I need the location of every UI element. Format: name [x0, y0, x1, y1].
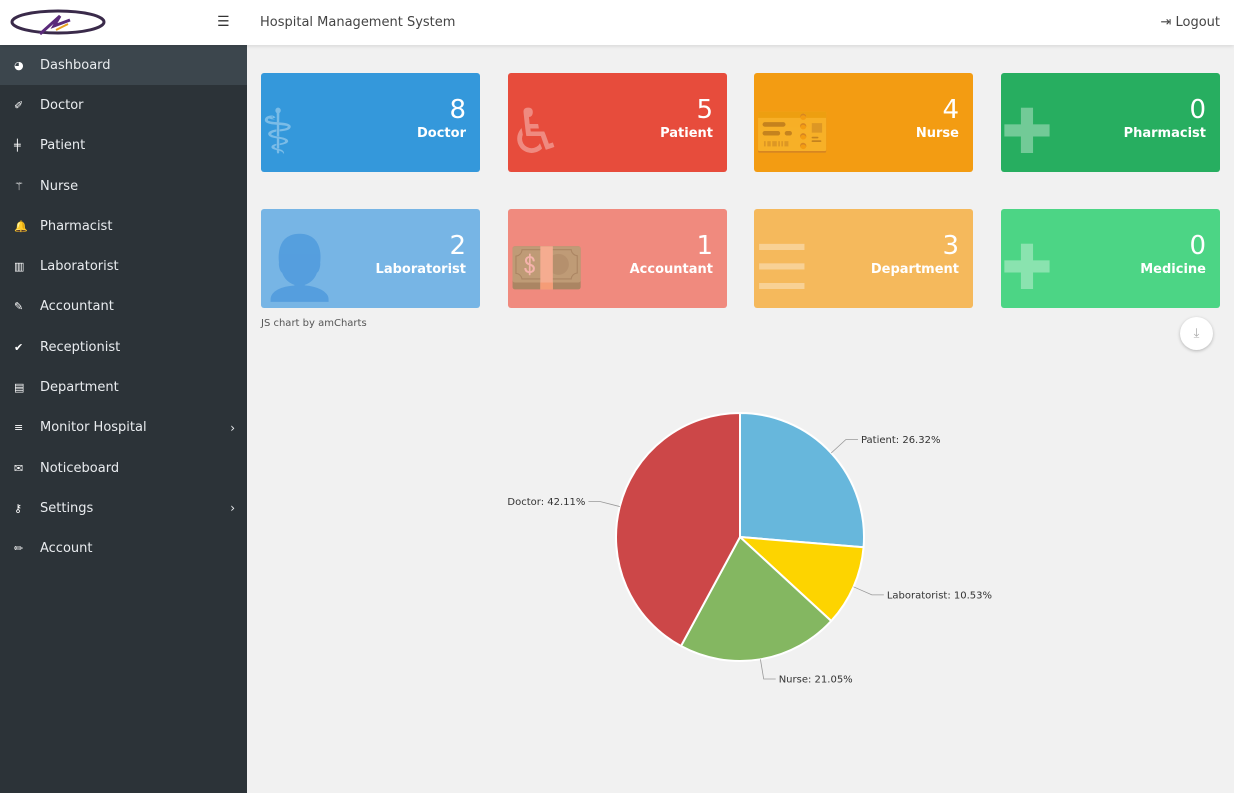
- wheelchair-icon: ♿: [508, 95, 564, 168]
- list-icon: ≡: [14, 421, 24, 435]
- bar-chart-icon: ▥: [14, 260, 25, 274]
- file-icon: ▤: [14, 381, 25, 395]
- wrench-icon: ⚷: [14, 501, 23, 515]
- sidebar-item-receptionist[interactable]: ✔ Receptionist: [0, 327, 247, 367]
- stat-label: Patient: [660, 126, 713, 141]
- logout-icon: ⇥: [1160, 15, 1176, 30]
- pie-label-line: [853, 586, 884, 596]
- stat-count: 5: [696, 95, 713, 125]
- sidebar-item-noticeboard[interactable]: ✉ Noticeboard: [0, 448, 247, 488]
- check-icon: ✔: [14, 340, 24, 354]
- sidebar-item-label: Account: [40, 541, 93, 557]
- sidebar-item-label: Accountant: [40, 299, 114, 315]
- stat-label: Accountant: [629, 262, 713, 277]
- sidebar-item-label: Patient: [40, 138, 86, 154]
- plus-icon: ╪: [14, 139, 21, 153]
- pie-label-patient: Patient: 26.32%: [861, 435, 941, 446]
- stat-card-department[interactable]: ☰ 3 Department: [754, 209, 973, 308]
- sidebar-item-label: Monitor Hospital: [40, 420, 147, 436]
- doctor-icon: ⚕: [261, 95, 295, 168]
- money-icon: 💵: [508, 231, 586, 304]
- user-icon: 👤: [261, 231, 339, 304]
- pie-chart: Patient: 26.32% Laboratorist: 10.53% Nurse…: [507, 411, 992, 686]
- sidebar-item-monitor-hospital[interactable]: ≡ Monitor Hospital ›: [0, 408, 247, 448]
- pencil-icon: ✏: [14, 542, 24, 556]
- sidebar-item-pharmacist[interactable]: 🔔 Pharmacist: [0, 206, 247, 246]
- medkit-icon: ✚: [1001, 231, 1053, 304]
- sidebar-item-account[interactable]: ✏ Account: [0, 529, 247, 569]
- list-alt-icon: ☰: [754, 231, 810, 304]
- stat-card-medicine[interactable]: ✚ 0 Medicine: [1001, 209, 1220, 308]
- pie-label-line: [588, 501, 620, 507]
- sidebar-item-laboratorist[interactable]: ▥ Laboratorist: [0, 246, 247, 286]
- stat-count: 0: [1189, 95, 1206, 125]
- sidebar-item-department[interactable]: ▤ Department: [0, 367, 247, 407]
- logout-button[interactable]: ⇥ Logout: [1160, 15, 1220, 30]
- stat-label: Laboratorist: [375, 262, 466, 277]
- stat-count: 3: [942, 231, 959, 261]
- sidebar: ◕ Dashboard ✐ Doctor ╪ Patient ⚚ Nurse 🔔 Pharmaci…: [0, 45, 247, 793]
- stat-card-pharmacist[interactable]: ✚ 0 Pharmacist: [1001, 73, 1220, 172]
- download-icon: ⤓: [1193, 326, 1200, 341]
- sidebar-item-label: Department: [40, 380, 119, 396]
- stat-count: 8: [449, 95, 466, 125]
- paperclip-icon: ✎: [14, 300, 24, 314]
- medkit-icon: ✚: [1001, 95, 1053, 168]
- sidebar-item-label: Receptionist: [40, 339, 121, 355]
- stat-card-doctor[interactable]: ⚕ 8 Doctor: [261, 73, 480, 172]
- ticket-icon: 🎫: [754, 95, 832, 168]
- pie-label-laboratorist: Laboratorist: 10.53%: [887, 590, 992, 601]
- stat-label: Pharmacist: [1123, 126, 1206, 141]
- stat-label: Department: [870, 262, 959, 277]
- chevron-right-icon: ›: [230, 420, 235, 435]
- pie-label-line: [760, 659, 776, 680]
- bell-icon: 🔔: [14, 219, 28, 233]
- stat-label: Medicine: [1140, 262, 1206, 277]
- page-title: Hospital Management System: [260, 15, 456, 30]
- pie-label-doctor: Doctor: 42.11%: [507, 497, 585, 508]
- stat-count: 1: [696, 231, 713, 261]
- sidebar-item-nurse[interactable]: ⚚ Nurse: [0, 166, 247, 206]
- sidebar-item-accountant[interactable]: ✎ Accountant: [0, 287, 247, 327]
- hospital-logo[interactable]: [10, 8, 106, 36]
- wand-icon: ⚚: [14, 179, 24, 193]
- sidebar-item-label: Doctor: [40, 97, 84, 113]
- pie-label-line: [830, 439, 858, 454]
- sidebar-item-label: Dashboard: [40, 57, 111, 73]
- brush-icon: ✐: [14, 98, 24, 112]
- stat-card-nurse[interactable]: 🎫 4 Nurse: [754, 73, 973, 172]
- pie-slice-patient[interactable]: [739, 411, 865, 549]
- sidebar-toggle-icon[interactable]: ☰: [217, 14, 230, 30]
- chart-export-button[interactable]: ⤓: [1180, 317, 1213, 350]
- stat-card-patient[interactable]: ♿ 5 Patient: [508, 73, 727, 172]
- sidebar-item-label: Laboratorist: [40, 259, 119, 275]
- sidebar-item-label: Nurse: [40, 178, 79, 194]
- stat-count: 2: [449, 231, 466, 261]
- stat-count: 4: [942, 95, 959, 125]
- sidebar-item-label: Settings: [40, 500, 94, 516]
- sidebar-item-label: Pharmacist: [40, 218, 113, 234]
- dashboard-icon: ◕: [14, 58, 24, 72]
- stat-card-laboratorist[interactable]: 👤 2 Laboratorist: [261, 209, 480, 308]
- pie-label-nurse: Nurse: 21.05%: [779, 675, 853, 686]
- sidebar-item-patient[interactable]: ╪ Patient: [0, 126, 247, 166]
- sidebar-item-doctor[interactable]: ✐ Doctor: [0, 85, 247, 125]
- sidebar-item-label: Noticeboard: [40, 460, 120, 476]
- chart-credit-link[interactable]: JS chart by amCharts: [261, 318, 367, 329]
- chevron-right-icon: ›: [230, 501, 235, 516]
- sidebar-item-dashboard[interactable]: ◕ Dashboard: [0, 45, 247, 86]
- stat-count: 0: [1189, 231, 1206, 261]
- stat-card-accountant[interactable]: 💵 1 Accountant: [508, 209, 727, 308]
- stat-label: Nurse: [915, 126, 959, 141]
- top-header: ☰ Hospital Management System ⇥ Logout: [0, 0, 1234, 45]
- stat-label: Doctor: [417, 126, 466, 141]
- envelope-icon: ✉: [14, 461, 24, 475]
- sidebar-item-settings[interactable]: ⚷ Settings ›: [0, 488, 247, 528]
